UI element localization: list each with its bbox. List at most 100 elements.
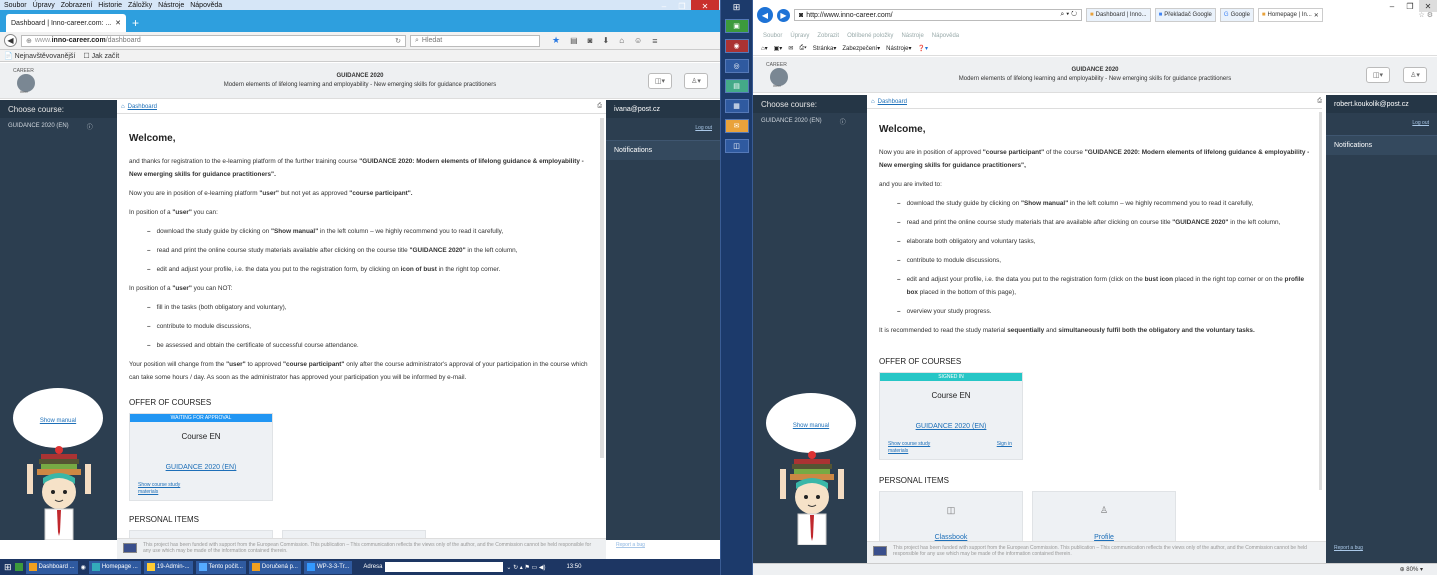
left-sidebar: Choose course: GUIDANCE 2020 (EN) ⓘ Need… [0,100,117,540]
mail-icon[interactable]: ✉ [788,45,793,52]
tools-menu[interactable]: Nástroje▾ [886,45,911,52]
windows-start-icon[interactable]: ⊞ [4,562,12,573]
logout-link[interactable]: Log out [1326,113,1437,135]
download-icon[interactable]: ⬇ [602,36,609,45]
home-icon[interactable]: ⌂ [619,36,624,45]
scrollbar[interactable] [600,118,604,458]
library-icon[interactable]: ▤ [570,36,578,45]
ie-icon[interactable]: ▤ [724,79,749,93]
tab-dashboard[interactable]: ■ Dashboard | Inno... [1086,8,1151,22]
taskbar-item[interactable]: WP-3-3-Tr... [303,560,353,574]
store-icon[interactable]: ▣ [724,19,749,33]
can-list: download the study guide by clicking on … [147,225,594,276]
print-icon[interactable]: ⎙ [597,103,602,110]
back-icon[interactable]: ◀ [757,7,773,23]
bookmark-most-visited[interactable]: 📄 Nejnavštěvovanější [4,52,75,60]
scrollbar[interactable] [1319,112,1322,490]
store-icon[interactable] [14,563,23,571]
firefox-icon[interactable]: ◉ [724,39,749,53]
menu-item-bookmarks[interactable]: Záložky [128,2,152,9]
menu-item-edit[interactable]: Úpravy [33,2,55,9]
chrome-icon[interactable]: ◎ [724,59,749,73]
menu-item-help[interactable]: Nápověda [932,33,959,39]
home-icon[interactable]: ⌂▾ [761,45,768,52]
show-materials-link[interactable]: Show course study materials [888,441,948,455]
mail-icon[interactable]: ✉ [724,119,749,133]
reload-icon[interactable]: ↻ [395,37,401,45]
classbook-dropdown-button[interactable]: ◫▾ [648,73,672,89]
sidebar-item-course[interactable]: GUIDANCE 2020 (EN) ⓘ [0,118,117,134]
classbook-card[interactable]: ◫ Classbook [879,491,1023,541]
feeds-icon[interactable]: ▣▾ [774,45,783,52]
menu-item-edit[interactable]: Úpravy [790,33,809,39]
status-badge: SIGNED IN [880,373,1022,381]
tab-dashboard[interactable]: Dashboard | Inno-career.com: ... ✕ [6,14,126,32]
url-bar[interactable]: ⊕ www. inno-career.com/dashboard ↻ [21,34,406,47]
classbook-dropdown-button[interactable]: ◫▾ [1366,67,1390,83]
windows-start-icon[interactable]: ⊞ [721,2,752,13]
menu-item-history[interactable]: Historie [98,2,122,9]
sign-in-link[interactable]: Sign in [997,441,1012,448]
tab-close-icon[interactable]: ✕ [1314,12,1319,19]
logout-link[interactable]: Log out [606,118,720,140]
new-tab-icon[interactable]: + [132,16,139,30]
menu-item-tools[interactable]: Nástroje [158,2,184,9]
search-placeholder: Hledat [421,37,443,44]
print-icon[interactable]: ⎙▾ [799,45,806,52]
print-icon[interactable]: ⎙ [1317,98,1322,105]
page-menu[interactable]: Stránka▾ [813,45,837,52]
report-bug-link[interactable]: Report a bug [1334,545,1363,551]
forward-icon[interactable]: ▶ [777,8,790,22]
pocket-icon[interactable]: ◙ [588,36,593,45]
hamburger-menu-icon[interactable]: ≡ [652,36,657,46]
taskbar-item[interactable]: 19-Admin-... [143,560,193,574]
taskbar-item[interactable]: Homepage ... [88,560,141,574]
address-input[interactable] [385,562,504,572]
safety-menu[interactable]: Zabezpečení▾ [842,45,880,52]
tab-close-icon[interactable]: ✕ [115,19,121,27]
breadcrumb-dashboard-link[interactable]: Dashboard [128,104,157,110]
minimize-icon[interactable]: – [1383,0,1401,12]
profile-bust-button[interactable]: ♙▾ [684,73,708,89]
chat-icon[interactable]: ☺ [634,36,642,45]
menu-item-file[interactable]: Soubor [4,2,27,9]
close-icon[interactable]: ✕ [1419,0,1437,12]
zoom-level[interactable]: 80% [1406,567,1418,573]
taskbar-item[interactable]: Dashboard ... [25,560,78,574]
breadcrumb-dashboard-link[interactable]: Dashboard [878,99,907,105]
window-icon[interactable]: ◫ [724,139,749,153]
show-materials-link[interactable]: Show course study materials [138,482,198,496]
tab-homepage[interactable]: ■ Homepage | In... ✕ [1257,8,1323,22]
taskbar-item[interactable]: Tento počít... [195,560,246,574]
menu-item-file[interactable]: Soubor [763,33,782,39]
course-link[interactable]: GUIDANCE 2020 (EN) [130,461,272,474]
course-link[interactable]: GUIDANCE 2020 (EN) [880,420,1022,433]
url-bar[interactable]: ◙ http://www.inno-career.com/ ⌕ ▾ ↻ [794,9,1082,21]
tab-google-translate[interactable]: ■ Překladač Google [1154,8,1216,22]
menu-item-tools[interactable]: Nástroje [901,33,923,39]
bookmark-getting-started[interactable]: ☐ Jak začít [83,52,119,60]
profile-link[interactable]: Profile [1033,531,1175,541]
back-icon[interactable]: ◀ [4,34,17,47]
menu-item-help[interactable]: Nápověda [190,2,222,9]
home-star-gear-icons[interactable]: ☆ ⚙ [1419,11,1434,19]
search-icon[interactable]: ⌕ ▾ ↻ [1060,11,1077,19]
report-bug-link[interactable]: Report a bug [616,542,645,548]
classbook-link[interactable]: Classbook [880,531,1022,541]
menu-item-view[interactable]: Zobrazení [61,2,93,9]
chrome-icon[interactable]: ◉ [81,564,86,571]
search-input[interactable]: ⌕ Hledat [410,34,540,47]
show-manual-link[interactable]: Show manual [40,418,76,424]
profile-bust-button[interactable]: ♙▾ [1403,67,1427,83]
image-icon[interactable]: ▦ [724,99,749,113]
show-manual-link[interactable]: Show manual [793,423,829,429]
star-icon[interactable]: ★ [552,35,560,46]
menu-item-favorites[interactable]: Oblíbené položky [847,33,893,39]
sidebar-item-course[interactable]: GUIDANCE 2020 (EN) ⓘ [753,113,867,129]
tab-google[interactable]: G Google [1219,8,1254,22]
taskbar-item[interactable]: Doručená p... [248,560,301,574]
help-icon[interactable]: ❓▾ [917,45,927,52]
menu-item-view[interactable]: Zobrazit [817,33,839,39]
maximize-icon[interactable]: ❐ [1401,0,1419,12]
profile-card[interactable]: ♙ Profile [1032,491,1176,541]
